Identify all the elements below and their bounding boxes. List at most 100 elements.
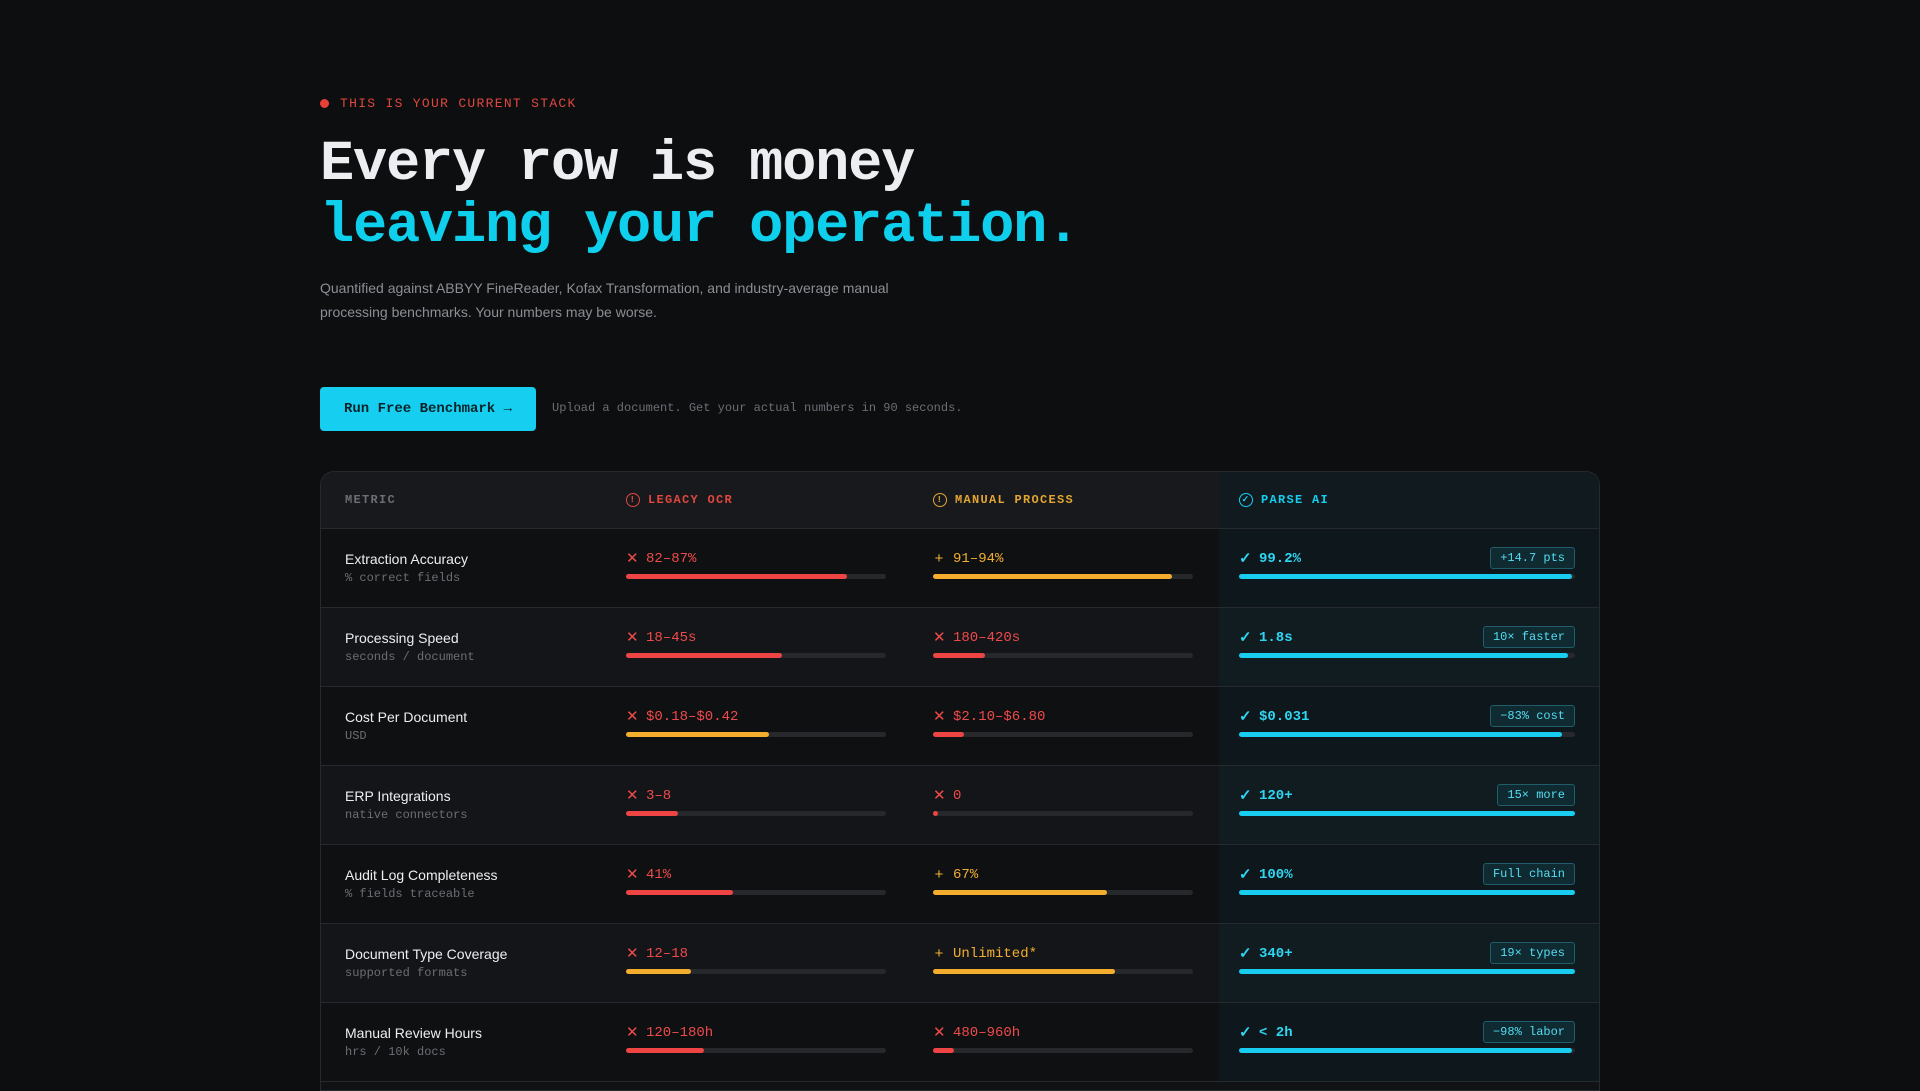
metric-name: Manual Review Hours	[345, 1025, 482, 1041]
table-row: Audit Log Completeness % fields traceabl…	[321, 845, 1599, 924]
header-parse-label: PARSE AI	[1261, 493, 1330, 507]
progress-track	[1239, 653, 1575, 658]
metric-unit: % correct fields	[345, 571, 461, 585]
delta-badge: 19× types	[1490, 942, 1575, 964]
progress-fill	[626, 890, 733, 895]
cell-legacy: ✕ 3–8	[626, 788, 886, 816]
plus-icon: +	[934, 945, 944, 963]
cross-icon: ✕	[626, 708, 639, 726]
table-row: ERP Integrations native connectors ✕ 3–8…	[321, 766, 1599, 845]
metric-unit: supported formats	[345, 966, 468, 980]
progress-fill	[1239, 969, 1575, 974]
value-legacy: ✕ 120–180h	[626, 1025, 886, 1041]
value-text: 1.8s	[1259, 630, 1293, 646]
metric-unit: USD	[345, 729, 367, 743]
metric-unit: % fields traceable	[345, 887, 475, 901]
cell-manual: ✕ 480–960h	[933, 1025, 1193, 1053]
value-text: Unlimited*	[953, 946, 1038, 962]
cell-manual: ✕ 0	[933, 788, 1193, 816]
delta-badge: Full chain	[1482, 863, 1575, 885]
value-manual: + 91–94%	[933, 551, 1193, 567]
progress-track	[933, 1048, 1193, 1053]
value-text: 480–960h	[953, 1025, 1021, 1041]
check-icon: ✓	[1239, 787, 1252, 805]
cross-icon: ✕	[933, 1024, 946, 1042]
progress-track	[1239, 811, 1575, 816]
progress-track	[933, 574, 1193, 579]
cell-parse: ✓ $0.031 −83% cost	[1239, 705, 1575, 737]
progress-track	[1239, 732, 1575, 737]
value-text: 82–87%	[646, 551, 697, 567]
metric-name: Document Type Coverage	[345, 946, 508, 962]
progress-fill	[933, 574, 1173, 579]
header-legacy-label: LEGACY OCR	[648, 493, 734, 507]
progress-fill	[1239, 574, 1572, 579]
metric-name: Audit Log Completeness	[345, 867, 498, 883]
metric-name: Extraction Accuracy	[345, 551, 468, 567]
progress-fill	[1239, 653, 1569, 658]
cross-icon: ✕	[626, 945, 639, 963]
cell-legacy: ✕ 120–180h	[626, 1025, 886, 1053]
value-text: 120+	[1259, 788, 1293, 804]
value-legacy: ✕ 41%	[626, 867, 886, 883]
cross-icon: ✕	[626, 550, 639, 568]
check-icon: ✓	[1239, 866, 1252, 884]
table-row: Extraction Accuracy % correct fields ✕ 8…	[321, 529, 1599, 608]
check-icon: ✓	[1239, 945, 1252, 963]
progress-track	[1239, 1048, 1575, 1053]
table-body: Extraction Accuracy % correct fields ✕ 8…	[321, 529, 1599, 1082]
header-parse: ✓ PARSE AI	[1239, 493, 1329, 507]
progress-track	[626, 732, 886, 737]
cross-icon: ✕	[626, 866, 639, 884]
header-metric: METRIC	[345, 493, 396, 507]
value-text: 41%	[646, 867, 672, 883]
eyebrow: THIS IS YOUR CURRENT STACK	[320, 96, 577, 111]
progress-fill	[626, 1048, 704, 1053]
value-manual: + 67%	[933, 867, 1193, 883]
cell-legacy: ✕ 12–18	[626, 946, 886, 974]
headline-line-1: Every row is money	[320, 133, 915, 197]
cell-legacy: ✕ $0.18–$0.42	[626, 709, 886, 737]
progress-track	[1239, 969, 1575, 974]
cell-legacy: ✕ 82–87%	[626, 551, 886, 579]
progress-track	[933, 890, 1193, 895]
metric-name: Processing Speed	[345, 630, 459, 646]
progress-track	[626, 811, 886, 816]
progress-track	[626, 653, 886, 658]
value-manual: ✕ $2.10–$6.80	[933, 709, 1193, 725]
progress-fill	[626, 732, 769, 737]
progress-track	[1239, 890, 1575, 895]
comparison-table: METRIC ! LEGACY OCR ! MANUAL PROCESS ✓ P…	[320, 471, 1600, 1091]
cross-icon: ✕	[933, 629, 946, 647]
progress-fill	[933, 653, 985, 658]
value-text: 120–180h	[646, 1025, 714, 1041]
value-text: 67%	[953, 867, 979, 883]
cell-parse: ✓ 120+ 15× more	[1239, 784, 1575, 816]
progress-fill	[933, 811, 939, 816]
value-text: $0.18–$0.42	[646, 709, 739, 725]
cell-parse: ✓ 340+ 19× types	[1239, 942, 1575, 974]
value-text: 99.2%	[1259, 551, 1302, 567]
header-metric-label: METRIC	[345, 493, 397, 507]
progress-fill	[933, 732, 965, 737]
value-text: 0	[953, 788, 962, 804]
progress-fill	[626, 653, 782, 658]
value-text: 91–94%	[953, 551, 1004, 567]
value-legacy: ✕ 12–18	[626, 946, 886, 962]
run-benchmark-button[interactable]: Run Free Benchmark →	[320, 387, 536, 431]
progress-fill	[1239, 1048, 1572, 1053]
cell-manual: ✕ 180–420s	[933, 630, 1193, 658]
headline-line-2: leaving your operation.	[320, 195, 1080, 259]
warning-circle-icon: !	[626, 493, 640, 507]
delta-badge: −83% cost	[1490, 705, 1575, 727]
cell-manual: + Unlimited*	[933, 946, 1193, 974]
table-header: METRIC ! LEGACY OCR ! MANUAL PROCESS ✓ P…	[321, 472, 1599, 529]
cell-manual: + 91–94%	[933, 551, 1193, 579]
check-icon: ✓	[1239, 629, 1252, 647]
value-text: 340+	[1259, 946, 1293, 962]
delta-badge: 10× faster	[1482, 626, 1575, 648]
cross-icon: ✕	[626, 629, 639, 647]
value-legacy: ✕ 82–87%	[626, 551, 886, 567]
cell-parse: ✓ 100% Full chain	[1239, 863, 1575, 895]
value-text: $0.031	[1259, 709, 1310, 725]
